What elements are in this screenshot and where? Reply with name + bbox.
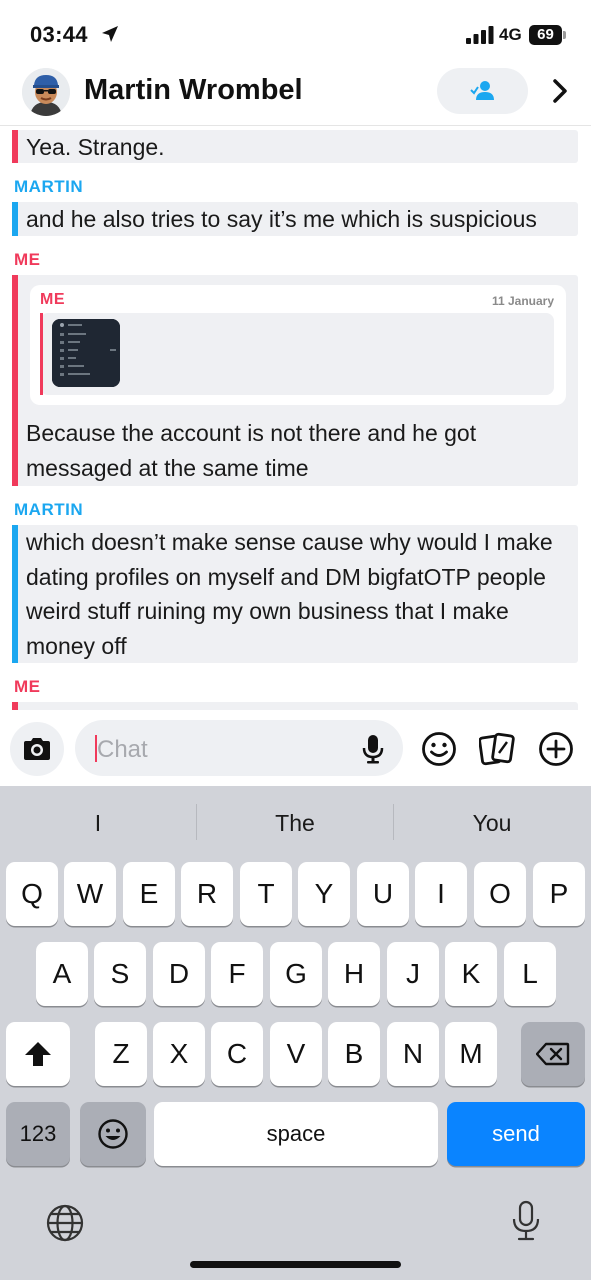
shift-icon [25, 1042, 51, 1066]
sender-label: MARTIN [14, 500, 84, 519]
emoji-key[interactable] [80, 1102, 146, 1166]
added-friend-button[interactable] [437, 68, 528, 114]
key-z[interactable]: Z [95, 1022, 147, 1086]
suggestion-item[interactable]: The [197, 810, 393, 837]
key-s[interactable]: S [94, 942, 146, 1006]
key-j[interactable]: J [387, 942, 439, 1006]
status-bar: 03:44 4G 69 [0, 0, 591, 60]
sender-label: ME [14, 250, 41, 269]
message-text: and he also tries to say it’s me which i… [26, 206, 537, 232]
microphone-icon[interactable] [361, 734, 385, 764]
key-e[interactable]: E [123, 862, 175, 926]
location-arrow-icon [102, 26, 118, 42]
key-v[interactable]: V [270, 1022, 322, 1086]
key-w[interactable]: W [64, 862, 116, 926]
key-x[interactable]: X [153, 1022, 205, 1086]
key-a[interactable]: A [36, 942, 88, 1006]
key-h[interactable]: H [328, 942, 380, 1006]
numbers-key[interactable]: 123 [6, 1102, 70, 1166]
key-y[interactable]: Y [298, 862, 350, 926]
sender-label: ME [14, 677, 41, 696]
suggestion-item[interactable]: I [0, 810, 196, 837]
status-time: 03:44 [30, 22, 88, 47]
message-bubble[interactable]: and he also tries to say it’s me which i… [12, 202, 578, 236]
key-r[interactable]: R [181, 862, 233, 926]
message-text: Yea. Strange. [26, 134, 165, 160]
key-k[interactable]: K [445, 942, 497, 1006]
sender-label: MARTIN [14, 177, 84, 196]
send-key[interactable]: send [447, 1102, 585, 1166]
quoted-date: 11 January [491, 294, 554, 308]
quoted-card [40, 313, 554, 395]
bitmoji-avatar-icon [22, 68, 70, 116]
message-bubble[interactable] [12, 702, 578, 710]
chat-input[interactable]: Chat [75, 720, 403, 776]
quoted-screenshot-thumbnail[interactable] [52, 319, 120, 387]
emoji-keyboard-icon [98, 1119, 128, 1149]
space-key[interactable]: space [154, 1102, 438, 1166]
delete-key[interactable] [521, 1022, 585, 1086]
emoji-icon[interactable] [421, 731, 457, 767]
suggestion-item[interactable]: You [394, 810, 590, 837]
key-n[interactable]: N [387, 1022, 439, 1086]
message-bubble[interactable]: which doesn’t make sense cause why would… [12, 525, 578, 663]
contact-name[interactable]: Martin Wrombel [84, 74, 303, 107]
avatar[interactable] [22, 68, 70, 116]
battery-icon: 69 [529, 25, 567, 45]
dictation-mic-icon[interactable] [511, 1200, 541, 1242]
battery-level: 69 [529, 25, 562, 45]
suggestion-bar: I The You [0, 786, 591, 858]
message-text: which doesn’t make sense cause why would… [26, 529, 553, 659]
keyboard: I The You Q W E R T Y U I O P A S D F G … [0, 786, 591, 1280]
home-indicator[interactable] [190, 1261, 401, 1268]
cards-icon[interactable] [479, 731, 515, 767]
camera-icon [24, 738, 50, 760]
screenshot-image-icon [52, 319, 120, 387]
chat-header: Martin Wrombel [0, 60, 591, 126]
quoted-message[interactable]: ME 11 January [30, 285, 566, 405]
message-bubble[interactable]: Yea. Strange. [12, 130, 578, 163]
key-l[interactable]: L [504, 942, 556, 1006]
globe-icon[interactable] [45, 1203, 85, 1243]
message-text: Because the account is not there and he … [26, 420, 477, 481]
key-u[interactable]: U [357, 862, 409, 926]
key-f[interactable]: F [211, 942, 263, 1006]
plus-icon[interactable] [538, 731, 574, 767]
key-t[interactable]: T [240, 862, 292, 926]
message-bubble[interactable]: ME 11 January Because the account is not… [12, 275, 578, 486]
chevron-right-icon[interactable] [548, 76, 572, 106]
cellular-signal-icon [466, 26, 494, 44]
key-b[interactable]: B [328, 1022, 380, 1086]
key-i[interactable]: I [415, 862, 467, 926]
chat-messages[interactable]: Yea. Strange. MARTIN and he also tries t… [0, 126, 591, 710]
message-composer: Chat [0, 710, 591, 786]
backspace-icon [536, 1042, 570, 1066]
key-o[interactable]: O [474, 862, 526, 926]
chat-input-placeholder: Chat [97, 736, 148, 763]
quoted-sender: ME [40, 291, 65, 308]
key-c[interactable]: C [211, 1022, 263, 1086]
friend-added-icon [469, 81, 494, 100]
camera-button[interactable] [10, 722, 64, 776]
key-g[interactable]: G [270, 942, 322, 1006]
key-p[interactable]: P [533, 862, 585, 926]
key-m[interactable]: M [445, 1022, 497, 1086]
key-d[interactable]: D [153, 942, 205, 1006]
shift-key[interactable] [6, 1022, 70, 1086]
network-type: 4G [499, 25, 522, 44]
key-q[interactable]: Q [6, 862, 58, 926]
